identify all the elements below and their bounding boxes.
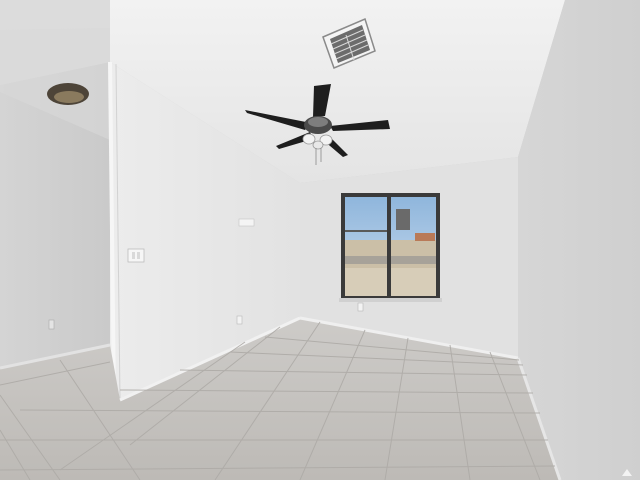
thermostat-icon — [238, 218, 255, 227]
outlet-icon — [236, 315, 243, 325]
outlet-icon — [357, 302, 364, 312]
watermark — [622, 468, 634, 476]
room-scene — [0, 0, 640, 480]
outlet-icon — [48, 319, 55, 330]
ceiling-light-icon — [47, 83, 89, 105]
realtor-logo-icon — [622, 469, 632, 476]
light-switch-icon — [127, 248, 145, 263]
window — [339, 193, 442, 302]
